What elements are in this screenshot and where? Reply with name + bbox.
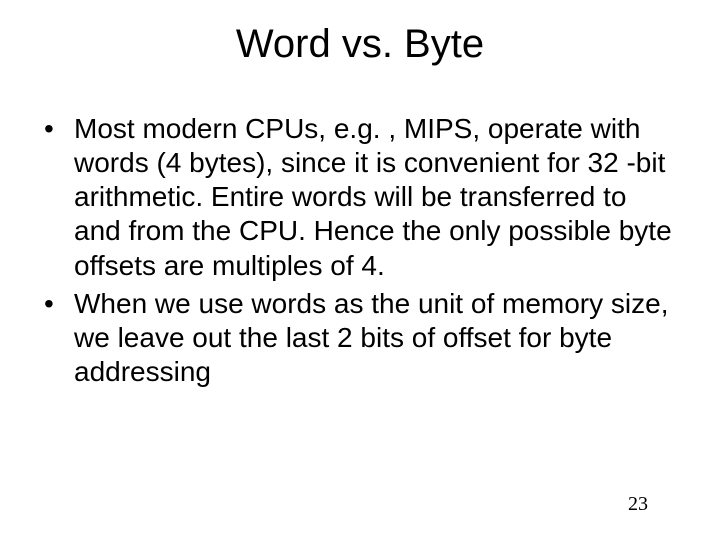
slide: Word vs. Byte Most modern CPUs, e.g. , M…: [0, 0, 720, 540]
bullet-list: Most modern CPUs, e.g. , MIPS, operate w…: [40, 112, 680, 389]
bullet-item: When we use words as the unit of memory …: [40, 287, 680, 389]
slide-title: Word vs. Byte: [0, 22, 720, 67]
slide-body: Most modern CPUs, e.g. , MIPS, operate w…: [40, 112, 680, 393]
bullet-item: Most modern CPUs, e.g. , MIPS, operate w…: [40, 112, 680, 283]
page-number: 23: [628, 493, 648, 516]
